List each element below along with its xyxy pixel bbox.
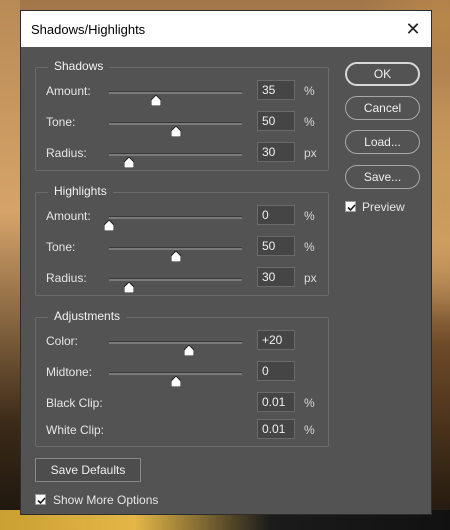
shadows-amount-unit: % bbox=[304, 84, 315, 98]
highlights-amount-row: Amount: 0 % bbox=[36, 205, 328, 231]
shadows-amount-label: Amount: bbox=[46, 84, 91, 98]
white-clip-input[interactable]: 0.01 bbox=[257, 419, 295, 439]
shadows-tone-unit: % bbox=[304, 115, 315, 129]
close-icon[interactable]: ✕ bbox=[403, 19, 423, 39]
highlights-radius-slider[interactable] bbox=[109, 278, 242, 293]
ok-button[interactable]: OK bbox=[345, 62, 420, 86]
preview-checkbox[interactable] bbox=[345, 201, 356, 212]
slider-thumb-icon[interactable] bbox=[170, 126, 181, 137]
highlights-tone-unit: % bbox=[304, 240, 315, 254]
highlights-radius-unit: px bbox=[304, 271, 317, 285]
slider-thumb-icon[interactable] bbox=[123, 157, 134, 168]
shadows-tone-label: Tone: bbox=[46, 115, 76, 129]
adjustments-color-slider[interactable] bbox=[109, 341, 242, 356]
highlights-radius-row: Radius: 30 px bbox=[36, 267, 328, 293]
adjustments-white-clip-row: White Clip: 0.01 % bbox=[36, 419, 328, 443]
black-clip-label: Black Clip: bbox=[46, 396, 103, 410]
adjustments-midtone-label: Midtone: bbox=[46, 365, 93, 379]
highlights-legend: Highlights bbox=[48, 184, 113, 198]
highlights-amount-unit: % bbox=[304, 209, 315, 223]
show-more-options-checkbox[interactable] bbox=[35, 494, 46, 505]
adjustments-midtone-row: Midtone: 0 bbox=[36, 361, 328, 387]
black-clip-input[interactable]: 0.01 bbox=[257, 392, 295, 412]
highlights-tone-row: Tone: 50 % bbox=[36, 236, 328, 262]
shadows-tone-row: Tone: 50 % bbox=[36, 111, 328, 137]
adjustments-color-label: Color: bbox=[46, 334, 79, 348]
slider-thumb-icon[interactable] bbox=[170, 376, 181, 387]
highlights-amount-slider[interactable] bbox=[104, 216, 242, 231]
load-button[interactable]: Load... bbox=[345, 130, 420, 154]
highlights-tone-label: Tone: bbox=[46, 240, 76, 254]
highlights-amount-input[interactable]: 0 bbox=[257, 205, 295, 225]
shadows-group: Shadows Amount: 35 % Tone: 50 % Radius: … bbox=[35, 59, 329, 171]
window-title: Shadows/Highlights bbox=[31, 22, 146, 37]
slider-thumb-icon[interactable] bbox=[123, 282, 134, 293]
highlights-radius-input[interactable]: 30 bbox=[257, 267, 295, 287]
slider-thumb-icon[interactable] bbox=[104, 220, 114, 231]
slider-thumb-icon[interactable] bbox=[170, 251, 181, 262]
shadows-legend: Shadows bbox=[48, 59, 110, 73]
highlights-group: Highlights Amount: 0 % Tone: 50 % Radius… bbox=[35, 184, 329, 296]
shadows-amount-row: Amount: 35 % bbox=[36, 80, 328, 106]
cancel-button[interactable]: Cancel bbox=[345, 96, 420, 120]
adjustments-legend: Adjustments bbox=[48, 309, 127, 323]
shadows-amount-slider[interactable] bbox=[109, 91, 242, 106]
adjustments-black-clip-row: Black Clip: 0.01 % bbox=[36, 392, 328, 416]
shadows-amount-input[interactable]: 35 bbox=[257, 80, 295, 100]
shadows-radius-label: Radius: bbox=[46, 146, 87, 160]
adjustments-midtone-slider[interactable] bbox=[109, 372, 242, 387]
save-defaults-button[interactable]: Save Defaults bbox=[35, 458, 141, 482]
highlights-tone-input[interactable]: 50 bbox=[257, 236, 295, 256]
slider-thumb-icon[interactable] bbox=[183, 345, 194, 356]
show-more-options-label[interactable]: Show More Options bbox=[53, 493, 158, 507]
white-clip-label: White Clip: bbox=[46, 423, 105, 437]
adjustments-color-input[interactable]: +20 bbox=[257, 330, 295, 350]
shadows-radius-unit: px bbox=[304, 146, 317, 160]
adjustments-color-row: Color: +20 bbox=[36, 330, 328, 356]
shadows-highlights-dialog: Shadows/Highlights ✕ Shadows Amount: 35 … bbox=[20, 10, 432, 515]
black-clip-unit: % bbox=[304, 396, 315, 410]
checkmark-icon bbox=[347, 204, 356, 212]
title-bar: Shadows/Highlights ✕ bbox=[21, 11, 431, 47]
preview-label[interactable]: Preview bbox=[362, 200, 405, 214]
shadows-tone-input[interactable]: 50 bbox=[257, 111, 295, 131]
background-photo-left-edge bbox=[0, 0, 20, 530]
checkmark-icon bbox=[37, 497, 46, 505]
shadows-radius-row: Radius: 30 px bbox=[36, 142, 328, 168]
save-button[interactable]: Save... bbox=[345, 165, 420, 189]
slider-thumb-icon[interactable] bbox=[150, 95, 161, 106]
highlights-amount-label: Amount: bbox=[46, 209, 91, 223]
shadows-radius-slider[interactable] bbox=[109, 153, 242, 168]
highlights-radius-label: Radius: bbox=[46, 271, 87, 285]
shadows-tone-slider[interactable] bbox=[109, 122, 242, 137]
white-clip-unit: % bbox=[304, 423, 315, 437]
adjustments-midtone-input[interactable]: 0 bbox=[257, 361, 295, 381]
adjustments-group: Adjustments Color: +20 Midtone: 0 Black … bbox=[35, 309, 329, 447]
highlights-tone-slider[interactable] bbox=[109, 247, 242, 262]
shadows-radius-input[interactable]: 30 bbox=[257, 142, 295, 162]
